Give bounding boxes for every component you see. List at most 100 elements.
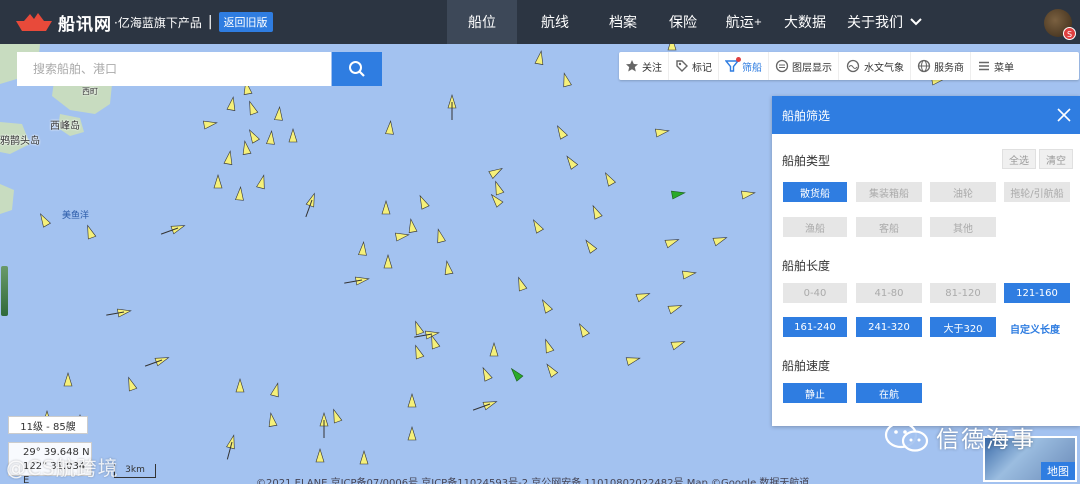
ship-marker[interactable]: [712, 234, 728, 247]
ship-marker[interactable]: [223, 150, 234, 165]
ship-marker[interactable]: [492, 180, 505, 196]
ship-marker[interactable]: [530, 218, 544, 234]
nav-item-routes[interactable]: 航线: [517, 0, 593, 44]
ship-marker[interactable]: [407, 392, 417, 408]
toolbar-follow-button[interactable]: 关注: [619, 52, 669, 80]
ship-marker[interactable]: [385, 120, 394, 135]
select-all-button[interactable]: 全选: [1002, 149, 1036, 169]
length-option-161-240[interactable]: 161-240: [783, 317, 847, 337]
type-option-bulk-carrier[interactable]: 散货船: [783, 182, 847, 202]
close-icon[interactable]: [1056, 107, 1072, 123]
ship-marker[interactable]: [305, 192, 318, 208]
ship-marker[interactable]: [554, 124, 568, 140]
ship-marker[interactable]: [560, 72, 572, 88]
ship-marker[interactable]: [383, 253, 393, 269]
ship-marker[interactable]: [84, 224, 97, 240]
ship-marker[interactable]: [635, 290, 651, 303]
search-input[interactable]: [17, 52, 331, 86]
ship-marker[interactable]: [355, 275, 370, 286]
ship-marker[interactable]: [412, 320, 425, 336]
ship-marker[interactable]: [564, 154, 579, 170]
ship-marker[interactable]: [682, 269, 697, 280]
ship-marker[interactable]: [170, 222, 186, 235]
ship-marker[interactable]: [534, 50, 545, 65]
ship-marker[interactable]: [625, 354, 641, 366]
toolbar-mark-button[interactable]: 标记: [669, 52, 719, 80]
ship-marker[interactable]: [266, 130, 275, 145]
ship-marker[interactable]: [63, 371, 73, 387]
ship-marker[interactable]: [270, 382, 282, 398]
ship-marker[interactable]: [416, 194, 430, 210]
length-option-over-320[interactable]: 大于320: [930, 317, 996, 337]
type-option-tug-pilot[interactable]: 拖轮/引航船: [1004, 182, 1070, 202]
ship-marker[interactable]: [407, 425, 417, 441]
ship-marker[interactable]: [539, 298, 553, 314]
ship-marker[interactable]: [235, 377, 245, 393]
ship-marker[interactable]: [482, 398, 498, 411]
speed-option-stationary[interactable]: 静止: [783, 383, 847, 403]
ship-marker[interactable]: [488, 192, 504, 208]
user-avatar[interactable]: S: [1044, 9, 1076, 40]
ship-marker[interactable]: [667, 44, 677, 51]
ship-marker-green[interactable]: [671, 189, 686, 200]
type-option-container-ship[interactable]: 集装箱船: [856, 182, 922, 202]
nav-item-archives[interactable]: 档案: [593, 0, 653, 44]
ship-marker[interactable]: [288, 127, 298, 143]
zoom-slider[interactable]: [1, 266, 8, 316]
ship-marker[interactable]: [412, 344, 425, 360]
ship-marker[interactable]: [664, 236, 680, 249]
search-button[interactable]: [332, 52, 382, 86]
toolbar-filter-ships-button[interactable]: 筛船: [719, 52, 769, 80]
nav-item-shipping[interactable]: 航运 +: [713, 0, 775, 44]
ship-marker[interactable]: [358, 241, 367, 256]
ship-marker[interactable]: [213, 173, 223, 189]
ship-marker[interactable]: [226, 96, 237, 111]
ship-marker[interactable]: [117, 307, 132, 318]
ship-marker[interactable]: [235, 186, 244, 201]
ship-marker[interactable]: [670, 338, 686, 351]
ship-marker[interactable]: [267, 412, 278, 427]
ship-marker[interactable]: [443, 260, 454, 275]
ship-marker[interactable]: [226, 434, 238, 450]
ship-marker[interactable]: [488, 165, 504, 179]
toolbar-menu-button[interactable]: 菜单: [971, 52, 1020, 80]
ship-marker[interactable]: [37, 212, 51, 228]
ship-marker[interactable]: [576, 322, 590, 338]
length-option-81-120[interactable]: 81-120: [930, 283, 996, 303]
toolbar-layers-button[interactable]: 图层显示: [769, 52, 839, 80]
ship-marker[interactable]: [381, 199, 391, 215]
ship-marker[interactable]: [246, 128, 260, 144]
type-option-fishing-boat[interactable]: 渔船: [783, 217, 847, 237]
speed-option-underway[interactable]: 在航: [856, 383, 922, 403]
ship-marker[interactable]: [667, 302, 683, 315]
ship-marker[interactable]: [330, 408, 343, 424]
length-option-0-40[interactable]: 0-40: [783, 283, 847, 303]
ship-marker[interactable]: [241, 140, 252, 155]
ship-marker[interactable]: [515, 276, 528, 292]
custom-length-link[interactable]: 自定义长度: [1010, 321, 1060, 336]
nav-item-insurance[interactable]: 保险: [653, 0, 713, 44]
ship-marker[interactable]: [125, 376, 138, 392]
ship-marker[interactable]: [479, 366, 493, 382]
ship-marker[interactable]: [246, 100, 259, 116]
ship-marker[interactable]: [655, 127, 670, 138]
toolbar-weather-button[interactable]: 水文气象: [839, 52, 911, 80]
ship-marker[interactable]: [359, 449, 369, 465]
type-option-passenger-ship[interactable]: 客船: [856, 217, 922, 237]
ship-marker[interactable]: [602, 171, 616, 187]
ship-marker[interactable]: [395, 231, 410, 242]
ship-marker[interactable]: [154, 354, 170, 367]
ship-marker[interactable]: [434, 228, 446, 244]
ship-marker[interactable]: [489, 341, 499, 357]
type-option-tanker[interactable]: 油轮: [930, 182, 996, 202]
logo[interactable]: 船讯网 ·亿海蓝旗下产品 | 返回旧版: [0, 0, 273, 44]
old-version-button[interactable]: 返回旧版: [218, 12, 273, 32]
nav-item-about-us[interactable]: 关于我们: [835, 0, 935, 44]
nav-item-big-data[interactable]: 大数据: [775, 0, 835, 44]
nav-item-ship-position[interactable]: 船位: [447, 0, 517, 44]
length-option-241-320[interactable]: 241-320: [856, 317, 922, 337]
ship-marker[interactable]: [542, 338, 555, 354]
ship-marker[interactable]: [589, 204, 603, 220]
type-option-other[interactable]: 其他: [930, 217, 996, 237]
ship-marker[interactable]: [583, 238, 598, 254]
